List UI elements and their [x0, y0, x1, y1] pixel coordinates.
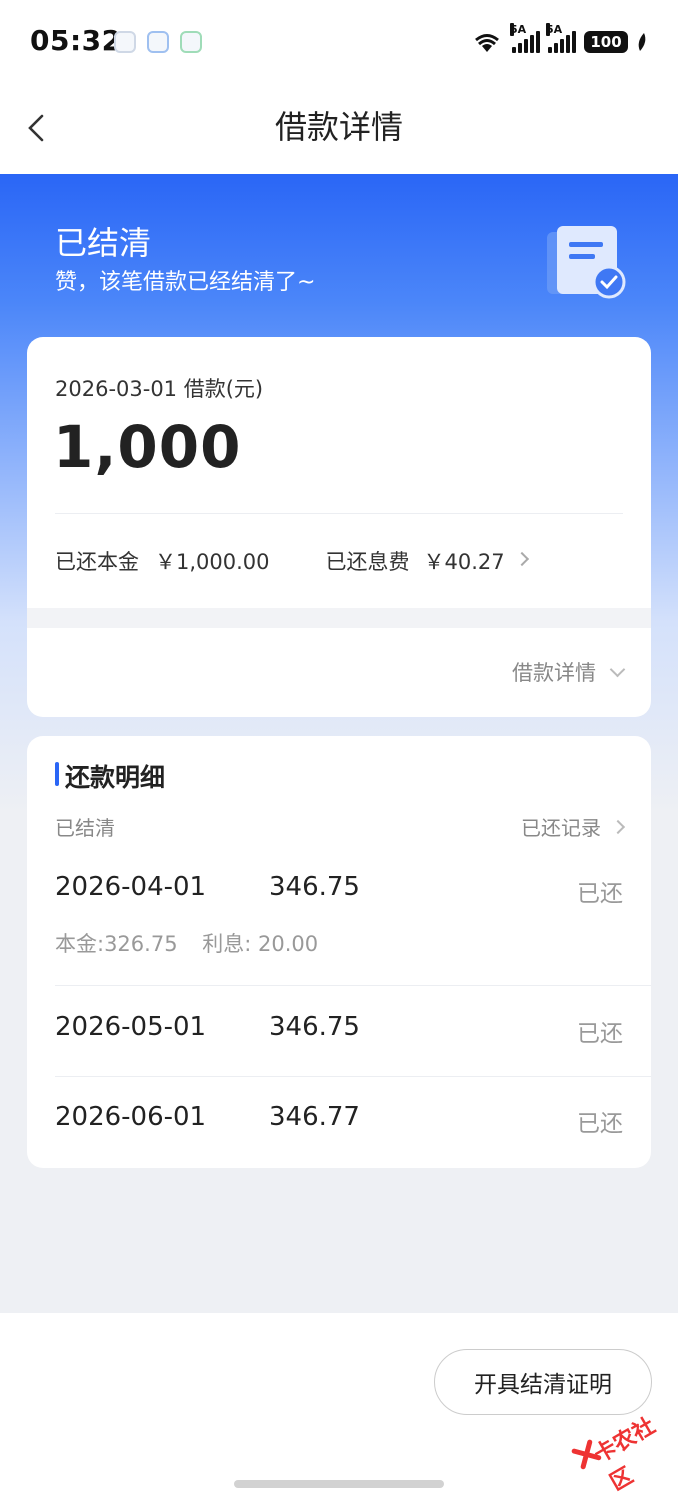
repaid-records-link[interactable]: 已还记录 — [521, 812, 626, 841]
cell-signal-icon: 5A — [510, 23, 540, 53]
loan-detail-toggle-label: 借款详情 — [512, 661, 596, 685]
wifi-icon — [475, 34, 499, 52]
battery-icon: 100 — [584, 31, 628, 53]
status-time: 05:32 — [30, 24, 122, 57]
home-indicator[interactable] — [234, 1480, 444, 1488]
chevron-right-icon[interactable] — [514, 551, 529, 567]
plan-date: 2026-06-01 — [55, 1102, 207, 1132]
section-title: 还款明细 — [55, 758, 165, 794]
status-bar: 05:32 5A 5A 100 — [0, 0, 678, 84]
network-type-label: 5A — [510, 23, 527, 36]
leaf-icon — [638, 33, 646, 51]
chevron-down-icon — [609, 661, 626, 677]
app-notification-icon — [114, 31, 136, 53]
status-indicators: 5A 5A 100 — [470, 23, 648, 56]
document-check-icon — [547, 226, 626, 299]
message-notification-icon — [147, 31, 169, 53]
network-type-label: 5A — [546, 23, 563, 36]
shield-notification-icon — [180, 31, 202, 53]
section-title-text: 还款明细 — [65, 763, 166, 792]
settled-status-title: 已结清 — [55, 224, 152, 262]
plan-date: 2026-05-01 — [55, 1012, 207, 1042]
repaid-principal-label: 已还本金 — [55, 550, 139, 574]
repayment-detail-card: 还款明细 已结清 已还记录 2026-04-01 346.75 已还 本金:32… — [27, 736, 651, 1168]
plan-date: 2026-04-01 — [55, 872, 207, 902]
chevron-right-icon — [610, 819, 626, 834]
page-title: 借款详情 — [274, 108, 403, 146]
card-separator-band — [27, 608, 651, 628]
repaid-summary-row: 已还本金 ￥1,000.00 已还息费 ￥40.27 — [55, 546, 529, 576]
repaid-interest-value[interactable]: ￥40.27 — [424, 546, 505, 576]
loan-summary-card: 2026-03-01 借款(元) 1,000 已还本金 ￥1,000.00 已还… — [27, 337, 651, 717]
divider — [55, 1076, 651, 1077]
section-accent-bar — [55, 762, 59, 786]
divider — [55, 985, 651, 986]
plan-interest: 利息: 20.00 — [202, 932, 319, 956]
plan-breakdown: 本金:326.75 利息: 20.00 — [55, 928, 336, 958]
settled-status-subtitle: 赞，该笔借款已经结清了~ — [55, 270, 316, 295]
settled-tag: 已结清 — [55, 816, 115, 840]
plan-amount: 346.77 — [269, 1102, 360, 1132]
cell-signal-icon: 5A — [546, 23, 576, 53]
nav-bar: 借款详情 — [0, 84, 678, 174]
bottom-action-bar: 开具结清证明 — [0, 1313, 678, 1500]
repaid-interest-label[interactable]: 已还息费 — [326, 546, 410, 576]
loan-date-label: 2026-03-01 借款(元) — [55, 377, 264, 401]
plan-status: 已还 — [577, 1021, 623, 1047]
loan-detail-toggle[interactable]: 借款详情 — [512, 657, 626, 687]
plan-amount: 346.75 — [269, 1012, 360, 1042]
plan-amount: 346.75 — [269, 872, 360, 902]
plan-status: 已还 — [577, 1111, 623, 1137]
plan-status: 已还 — [577, 881, 623, 907]
plan-principal: 本金:326.75 — [55, 932, 178, 956]
divider — [55, 513, 623, 514]
repaid-principal-value: ￥1,000.00 — [155, 550, 270, 574]
repaid-records-label: 已还记录 — [521, 816, 601, 840]
loan-amount: 1,000 — [53, 413, 242, 481]
